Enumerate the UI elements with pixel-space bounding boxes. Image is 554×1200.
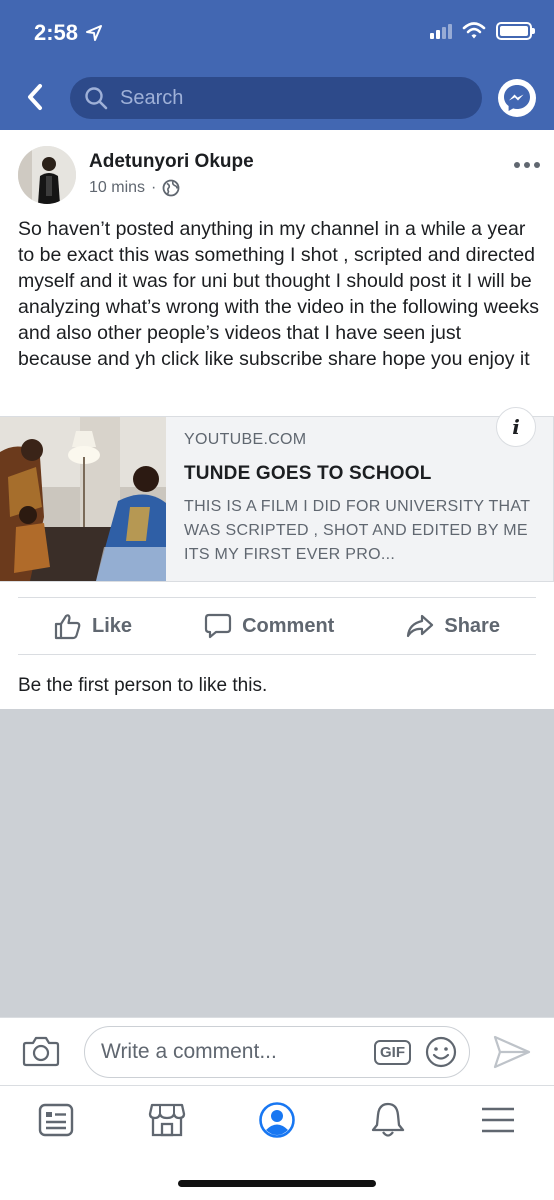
- more-dot: [514, 162, 520, 168]
- like-button[interactable]: Like: [54, 612, 132, 640]
- status-indicators: [430, 22, 535, 40]
- nav-notifications[interactable]: [366, 1100, 410, 1140]
- nav-profile[interactable]: [255, 1100, 299, 1140]
- location-arrow-icon: [86, 25, 103, 41]
- comment-composer: GIF: [0, 1017, 554, 1085]
- back-button[interactable]: [22, 82, 48, 112]
- comment-bubble-icon: [204, 613, 232, 639]
- share-label: Share: [444, 614, 500, 637]
- share-arrow-icon: [407, 614, 434, 638]
- smiley-icon: [425, 1036, 457, 1068]
- like-label: Like: [92, 614, 133, 637]
- top-header: 2:58: [0, 0, 554, 130]
- more-dot: [534, 162, 540, 168]
- comment-input[interactable]: [101, 1040, 374, 1064]
- menu-icon: [482, 1107, 514, 1133]
- messenger-button[interactable]: [498, 79, 536, 117]
- nav-marketplace[interactable]: [145, 1100, 189, 1140]
- link-title: TUNDE GOES TO SCHOOL: [184, 463, 432, 484]
- nav-news-feed[interactable]: [34, 1100, 78, 1140]
- home-indicator[interactable]: [178, 1180, 376, 1187]
- link-domain: YOUTUBE.COM: [184, 431, 307, 448]
- link-body: YOUTUBE.COM TUNDE GOES TO SCHOOL THIS IS…: [166, 417, 554, 581]
- news-feed-icon: [38, 1103, 74, 1137]
- author-avatar[interactable]: [18, 146, 76, 204]
- search-icon: [85, 87, 108, 110]
- info-icon: i: [512, 415, 520, 439]
- comment-label: Comment: [242, 614, 335, 637]
- notifications-icon: [371, 1102, 405, 1137]
- post-options-button[interactable]: [510, 158, 544, 172]
- video-thumbnail-image: [0, 417, 166, 581]
- share-button[interactable]: Share: [406, 612, 500, 640]
- send-arrow-icon: [493, 1035, 531, 1069]
- wifi-icon: [462, 22, 486, 39]
- post-meta: 10 mins ·: [89, 179, 180, 197]
- globe-icon: [162, 179, 180, 197]
- search-input[interactable]: [120, 86, 440, 110]
- messenger-icon: [504, 85, 530, 111]
- camera-button[interactable]: [22, 1035, 60, 1072]
- status-time: 2:58: [34, 20, 103, 46]
- link-description: THIS IS A FILM I DID FOR UNIVERSITY THAT…: [184, 498, 530, 563]
- author-name[interactable]: Adetunyori Okupe: [89, 151, 254, 173]
- cellular-signal-icon: [430, 23, 452, 39]
- search-bar[interactable]: [70, 77, 482, 119]
- link-thumbnail: [0, 417, 166, 581]
- send-button[interactable]: [492, 1034, 532, 1075]
- status-time-label: 2:58: [34, 20, 79, 45]
- marketplace-icon: [148, 1103, 186, 1137]
- thumbs-up-icon: [54, 614, 81, 640]
- post-time[interactable]: 10 mins: [89, 179, 145, 197]
- info-button[interactable]: i: [496, 407, 536, 447]
- meta-separator: ·: [151, 179, 157, 196]
- post-text: So haven’t posted anything in my channel…: [18, 218, 540, 370]
- gif-button[interactable]: GIF: [374, 1039, 411, 1065]
- comment-button[interactable]: Comment: [204, 612, 334, 640]
- avatar-photo: [18, 146, 76, 204]
- emoji-button[interactable]: [425, 1036, 457, 1068]
- nav-menu[interactable]: [476, 1100, 520, 1140]
- likes-summary: Be the first person to like this.: [18, 675, 268, 696]
- battery-icon: [496, 22, 535, 40]
- chevron-left-icon: [28, 84, 42, 110]
- more-dot: [524, 162, 530, 168]
- comments-area: [0, 709, 554, 1017]
- post-action-bar: Like Comment Share: [18, 597, 536, 655]
- profile-icon: [259, 1102, 295, 1138]
- comment-input-box[interactable]: GIF: [84, 1026, 470, 1078]
- link-preview-card[interactable]: YOUTUBE.COM TUNDE GOES TO SCHOOL THIS IS…: [0, 416, 554, 582]
- camera-icon: [22, 1036, 60, 1067]
